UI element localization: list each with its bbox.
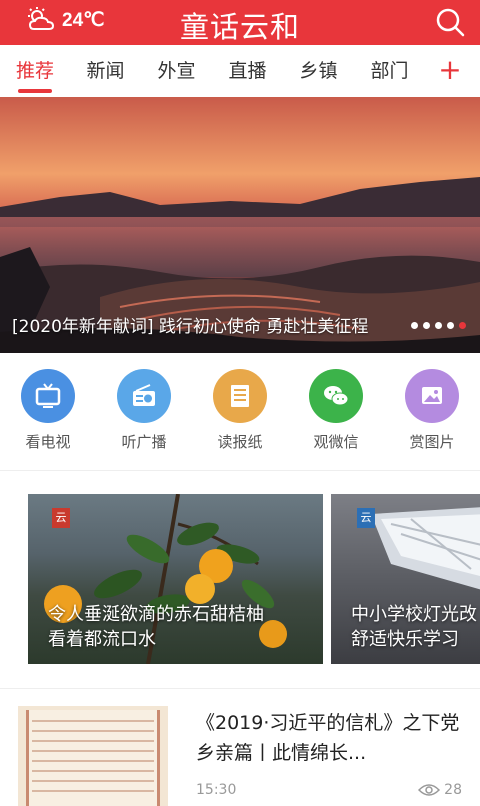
add-channel-button[interactable]: + <box>430 45 470 97</box>
newspaper-icon <box>213 369 267 423</box>
tv-icon <box>21 369 75 423</box>
feature-card-title-line2: 看着都流口水 <box>48 629 156 650</box>
carousel-dot[interactable] <box>447 322 454 329</box>
quick-link-label: 赏图片 <box>409 433 455 451</box>
letter-line <box>32 730 154 732</box>
divider <box>0 470 480 471</box>
quick-link-label: 观微信 <box>313 433 359 451</box>
feature-card-title: 令人垂涎欲滴的赤石甜桔柚 看着都流口水 <box>48 602 264 652</box>
quick-link-tv[interactable]: 看电视 <box>16 369 80 452</box>
tab-news[interactable]: 新闻 <box>70 45 141 97</box>
news-time: 15:30 <box>196 782 237 798</box>
tab-external[interactable]: 外宣 <box>141 45 212 97</box>
eye-icon <box>418 784 441 796</box>
carousel-dots <box>411 322 466 329</box>
quick-link-pictures[interactable]: 赏图片 <box>400 369 464 452</box>
letter-line <box>32 760 154 762</box>
picture-icon <box>405 369 459 423</box>
tab-departments[interactable]: 部门 <box>354 45 425 97</box>
feature-card-school-lights[interactable]: 云 中小学校灯光改 舒适快乐学习 <box>331 494 480 664</box>
news-list-item[interactable]: 《2019·习近平的信札》之下党乡亲篇丨此情绵长... 15:30 28 <box>0 690 480 806</box>
divider <box>0 688 480 689</box>
view-count-value: 28 <box>444 782 462 798</box>
top-bar: 24℃ 童话云和 <box>0 0 480 45</box>
letter-line <box>32 780 154 782</box>
letter-line <box>32 740 154 742</box>
carousel-dot-active[interactable] <box>459 322 466 329</box>
quick-link-radio[interactable]: 听广播 <box>112 369 176 452</box>
app-title: 童话云和 <box>179 10 300 44</box>
tab-live[interactable]: 直播 <box>212 45 283 97</box>
carousel-dot[interactable] <box>411 322 418 329</box>
news-thumbnail <box>18 706 168 806</box>
logo-badge: 云 <box>357 508 375 528</box>
letter-line <box>32 790 154 792</box>
news-title: 《2019·习近平的信札》之下党乡亲篇丨此情绵长... <box>196 712 460 764</box>
letter-line <box>32 720 154 722</box>
tab-recommend[interactable]: 推荐 <box>0 45 70 97</box>
logo-badge: 云 <box>52 508 70 528</box>
radio-icon <box>117 369 171 423</box>
quick-link-newspaper[interactable]: 读报纸 <box>208 369 272 452</box>
quick-link-wechat[interactable]: 观微信 <box>304 369 368 452</box>
quick-link-label: 读报纸 <box>217 433 263 451</box>
feature-card-citrus[interactable]: 云 令人垂涎欲滴的赤石甜桔柚 看着都流口水 <box>28 494 323 664</box>
quick-links: 看电视 听广播 读报纸 观微信 赏图片 <box>0 353 480 468</box>
feature-card-title-line1: 令人垂涎欲滴的赤石甜桔柚 <box>48 604 264 625</box>
carousel-dot[interactable] <box>423 322 430 329</box>
feature-card-title: 中小学校灯光改 舒适快乐学习 <box>351 602 477 652</box>
feature-card-title-line1: 中小学校灯光改 <box>351 604 477 625</box>
letter-line <box>32 770 154 772</box>
carousel-dot[interactable] <box>435 322 442 329</box>
view-count: 28 <box>418 782 462 798</box>
quick-link-label: 看电视 <box>25 433 71 451</box>
banner-carousel[interactable]: [2020年新年献词] 践行初心使命 勇赴壮美征程 <box>0 97 480 353</box>
tab-towns[interactable]: 乡镇 <box>283 45 354 97</box>
wechat-icon <box>309 369 363 423</box>
feature-cards: 云 令人垂涎欲滴的赤石甜桔柚 看着都流口水 云 中小学校灯光改 舒适快乐学习 <box>0 482 480 682</box>
search-icon[interactable] <box>434 6 466 38</box>
feature-card-title-line2: 舒适快乐学习 <box>351 629 459 650</box>
banner-caption: [2020年新年献词] 践行初心使命 勇赴壮美征程 <box>12 317 369 337</box>
quick-link-label: 听广播 <box>121 433 167 451</box>
channel-tabs: 推荐 新闻 外宣 直播 乡镇 部门 <box>0 45 480 97</box>
letter-line <box>32 750 154 752</box>
